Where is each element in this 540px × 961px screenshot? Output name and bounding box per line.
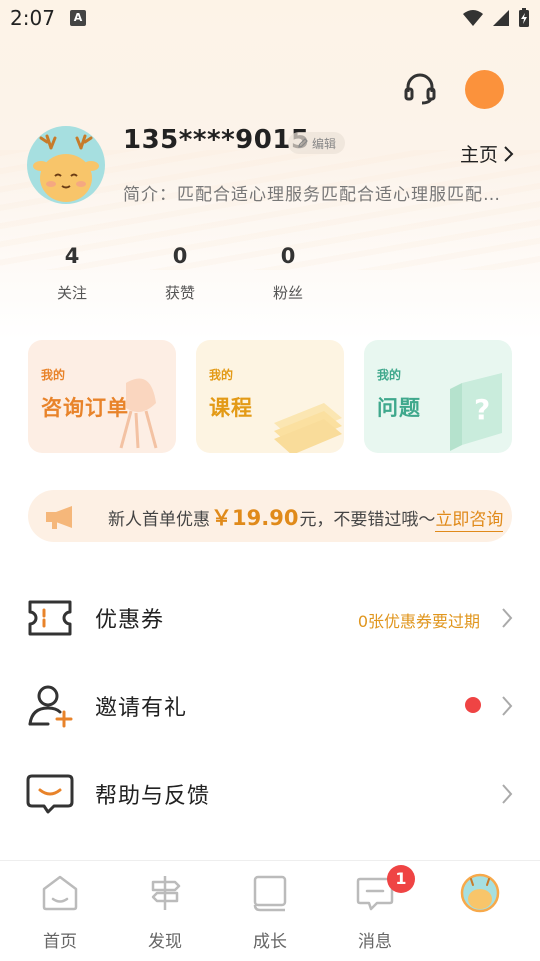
wifi-icon (463, 10, 483, 26)
promo-price: ￥19.90 (211, 506, 299, 530)
promo-banner[interactable]: 新人首单优惠 ￥19.90 元，不要错过哦～ 立即咨询 (28, 490, 512, 542)
ticket-icon (28, 600, 72, 636)
tab-label: 首页 (43, 932, 77, 952)
user-bio: 简介：匹配合适心理服务匹配合适心理服匹配… (123, 185, 501, 205)
menu-label: 邀请有礼 (95, 696, 188, 721)
tab-discover[interactable]: 发现 (125, 873, 205, 952)
menu-label: 帮助与反馈 (95, 784, 211, 809)
promo-text: 新人首单优惠 ￥19.90 元，不要错过哦～ 立即咨询 (108, 502, 504, 532)
books-icon (274, 403, 342, 453)
chat-smile-icon (26, 774, 74, 814)
edit-label: 编辑 (312, 136, 337, 151)
stat-likes[interactable]: 0 获赞 (135, 244, 225, 303)
tab-label: 消息 (358, 932, 392, 952)
stat-fans[interactable]: 0 粉丝 (243, 244, 333, 303)
stat-value: 4 (64, 244, 80, 268)
megaphone-icon (46, 506, 72, 529)
stat-label: 关注 (56, 284, 87, 302)
chevron-right-icon (502, 784, 513, 804)
tab-profile[interactable] (440, 873, 520, 917)
menu-invite[interactable]: 邀请有礼 (0, 666, 540, 746)
stat-following[interactable]: 4 关注 (27, 244, 117, 303)
stat-value: 0 (280, 244, 296, 268)
notification-a-icon: A (70, 10, 86, 26)
menu-coupon[interactable]: 优惠券 0张优惠券要过期 (0, 578, 540, 658)
headset-icon[interactable] (402, 70, 438, 106)
chevron-right-icon (502, 696, 513, 716)
card-title: 课程 (209, 396, 253, 420)
invite-notification-dot (465, 697, 481, 713)
pencil-icon (298, 138, 308, 148)
signpost-icon (151, 876, 181, 910)
card-consult-orders[interactable]: 我的 咨询订单 (28, 340, 176, 453)
home-icon (42, 875, 78, 911)
status-bar: 2:07 A (0, 0, 540, 38)
tab-growth[interactable]: 成长 (230, 873, 310, 952)
promo-prefix: 新人首单优惠 (108, 510, 210, 530)
coupon-expiry-note: 0张优惠券要过期 (357, 612, 480, 631)
profile-avatar-icon (460, 873, 500, 913)
stat-label: 获赞 (164, 284, 195, 302)
tab-label: 发现 (148, 932, 182, 952)
card-title: 问题 (377, 396, 421, 420)
tab-label: 成长 (253, 932, 287, 952)
card-small-label: 我的 (377, 368, 402, 382)
question-book-icon: ? (450, 373, 502, 451)
edit-button[interactable]: 编辑 (288, 132, 346, 154)
message-badge: 1 (387, 865, 415, 893)
status-time: 2:07 (10, 6, 55, 30)
homepage-label: 主页 (460, 144, 499, 166)
menu-help-feedback[interactable]: 帮助与反馈 (0, 754, 540, 834)
stat-label: 粉丝 (272, 284, 303, 302)
battery-icon (519, 8, 529, 27)
promo-suffix: 元，不要错过哦～ (299, 510, 436, 530)
status-icons (462, 8, 530, 28)
card-small-label: 我的 (209, 368, 234, 382)
card-title: 咨询订单 (41, 396, 129, 420)
deer-avatar-icon (33, 134, 99, 202)
add-user-icon (28, 685, 73, 728)
card-questions[interactable]: ? 我的 问题 (364, 340, 512, 453)
user-phone: 135****9015 (123, 125, 310, 155)
homepage-link[interactable]: 主页 (460, 140, 514, 167)
chevron-right-icon (502, 608, 513, 628)
svg-text:?: ? (474, 393, 490, 426)
card-small-label: 我的 (41, 368, 66, 382)
book-icon (253, 875, 287, 912)
bottom-tab-bar: 首页 发现 成长 消息 (0, 860, 540, 961)
avatar[interactable] (27, 126, 105, 204)
signal-icon (493, 10, 509, 26)
menu-label: 优惠券 (95, 608, 165, 633)
stat-value: 0 (172, 244, 188, 268)
card-courses[interactable]: 我的 课程 (196, 340, 344, 453)
consult-now-link[interactable]: 立即咨询 (435, 505, 504, 532)
chevron-right-icon (504, 145, 514, 162)
tab-home[interactable]: 首页 (20, 873, 100, 952)
settings-avatar-button[interactable] (465, 70, 504, 109)
